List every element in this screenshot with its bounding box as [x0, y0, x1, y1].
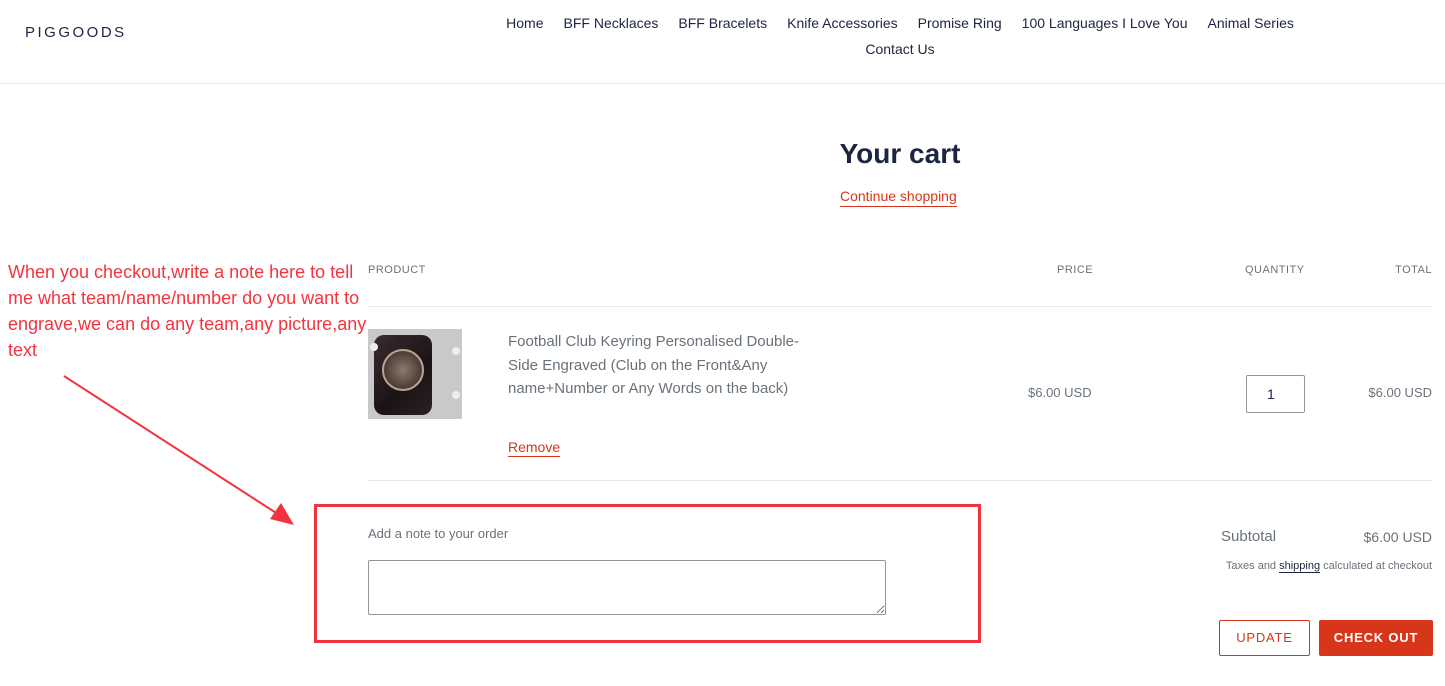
nav-bff-bracelets[interactable]: BFF Bracelets — [678, 10, 767, 36]
site-logo[interactable]: PIGGOODS — [25, 24, 127, 41]
page-title: Your cart — [839, 138, 961, 169]
nav-home[interactable]: Home — [506, 10, 543, 36]
tax-note-suffix: calculated at checkout — [1320, 560, 1432, 572]
remove-item-link[interactable]: Remove — [508, 439, 561, 457]
item-total: $6.00 USD — [1368, 385, 1432, 400]
nav-100-languages[interactable]: 100 Languages I Love You — [1022, 10, 1188, 36]
update-cart-button[interactable]: UPDATE — [1219, 620, 1310, 656]
table-divider — [368, 306, 1432, 307]
tax-shipping-note: Taxes and shipping calculated at checkou… — [1225, 560, 1432, 573]
checkout-button[interactable]: CHECK OUT — [1319, 620, 1433, 656]
column-header-total: TOTAL — [1395, 264, 1432, 276]
engraving-instruction-annotation: When you checkout,write a note here to t… — [8, 262, 367, 360]
nav-knife-accessories[interactable]: Knife Accessories — [787, 10, 898, 36]
tax-note-prefix: Taxes and — [1225, 560, 1280, 572]
continue-shopping-link[interactable]: Continue shopping — [840, 188, 957, 207]
column-header-price: PRICE — [1057, 264, 1094, 276]
nav-promise-ring[interactable]: Promise Ring — [918, 10, 1002, 36]
item-price: $6.00 USD — [1028, 385, 1092, 400]
order-note-textarea[interactable] — [368, 560, 886, 615]
table-divider — [368, 480, 1432, 481]
subtotal-value: $6.00 USD — [1363, 529, 1432, 545]
product-title-link[interactable]: Football Club Keyring Personalised Doubl… — [508, 330, 818, 401]
column-header-product: PRODUCT — [368, 264, 426, 276]
column-header-quantity: QUANTITY — [1245, 264, 1305, 276]
subtotal-label: Subtotal — [1221, 528, 1277, 545]
nav-contact-us[interactable]: Contact Us — [865, 36, 934, 62]
shipping-link[interactable]: shipping — [1279, 560, 1321, 573]
nav-animal-series[interactable]: Animal Series — [1207, 10, 1293, 36]
keyring-product-image[interactable] — [368, 329, 462, 419]
order-note-label: Add a note to your order — [368, 526, 509, 541]
main-nav: Home BFF Necklaces BFF Bracelets Knife Acce… — [480, 10, 1320, 62]
site-header: PIGGOODS Home BFF Necklaces BFF Bracelets K… — [0, 0, 1445, 84]
nav-bff-necklaces[interactable]: BFF Necklaces — [564, 10, 659, 36]
quantity-input[interactable] — [1246, 375, 1305, 413]
